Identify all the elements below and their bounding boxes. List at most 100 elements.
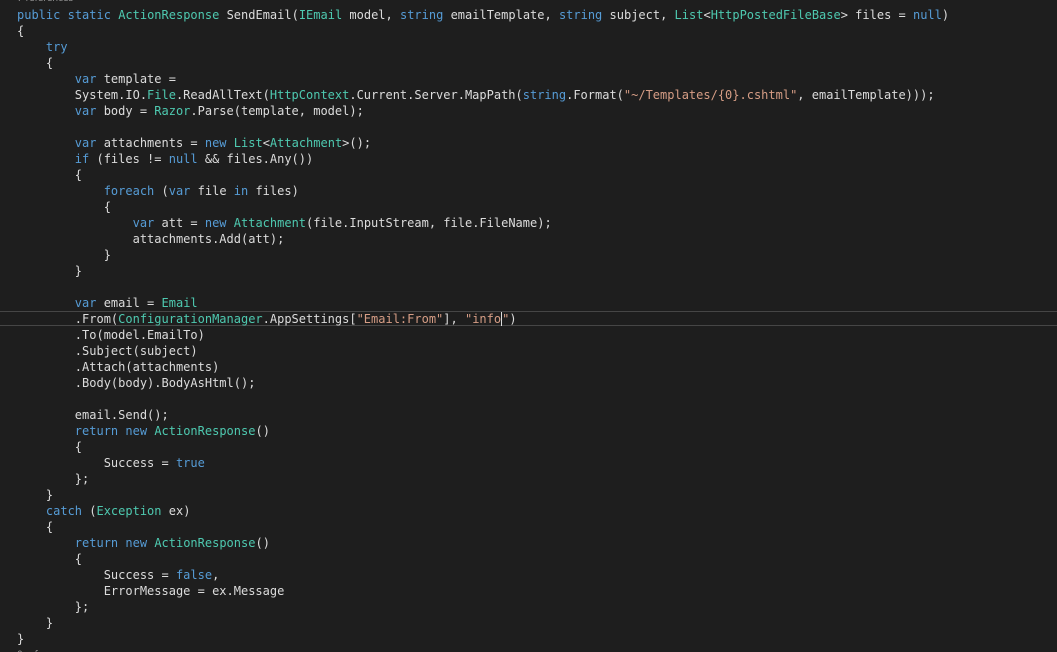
code-line: {: [17, 199, 1057, 215]
code-token: null: [168, 152, 198, 166]
code-token: ): [509, 312, 517, 326]
code-token: ActionResponse: [118, 8, 220, 22]
code-token: static: [67, 8, 111, 22]
code-token: var: [132, 216, 155, 230]
code-token: <: [262, 136, 270, 150]
code-line: if (files != null && files.Any()): [17, 151, 1057, 167]
code-token: email.Send();: [74, 408, 169, 422]
code-token: return: [74, 424, 119, 438]
code-token: (: [82, 504, 97, 518]
code-token: return: [74, 536, 119, 550]
code-line: return new ActionResponse(): [17, 423, 1057, 439]
code-line: {: [17, 167, 1057, 183]
code-token: SendEmail(: [219, 8, 299, 22]
code-token: ErrorMessage = ex.Message: [103, 584, 285, 598]
code-token: in: [233, 184, 249, 198]
code-token: public: [17, 8, 61, 22]
code-token: emailTemplate,: [443, 8, 559, 22]
code-line: public static ActionResponse SendEmail(I…: [17, 7, 1057, 23]
code-token: }: [45, 616, 54, 630]
code-token: }: [45, 488, 54, 502]
code-token: string: [522, 88, 567, 102]
code-token: (file.InputStream, file.FileName);: [306, 216, 552, 230]
code-token: Success =: [103, 568, 176, 582]
code-token: Attachment: [269, 136, 343, 150]
code-token: {: [17, 24, 25, 38]
code-token: .Current.Server.MapPath(: [349, 88, 523, 102]
code-token: From(: [82, 312, 119, 326]
code-line: .Attach(attachments): [17, 359, 1057, 375]
code-token: > files =: [840, 8, 913, 22]
code-line: {: [17, 439, 1057, 455]
code-token: file: [190, 184, 234, 198]
code-token: null: [912, 8, 942, 22]
code-line: var email = Email: [17, 295, 1057, 311]
code-token: .To(model.EmailTo): [74, 328, 205, 342]
code-line: {: [17, 23, 1057, 39]
code-token: ex): [161, 504, 191, 518]
code-token: {: [74, 440, 83, 454]
code-token: var: [74, 296, 97, 310]
code-token: HttpPostedFileBase: [710, 8, 841, 22]
code-token: string: [399, 8, 444, 22]
code-token: "Email:From": [356, 312, 444, 326]
code-line: return new ActionResponse(): [17, 535, 1057, 551]
code-editor[interactable]: 7 referencespublic static ActionResponse…: [0, 0, 1057, 652]
code-token: (): [255, 536, 270, 550]
code-token: .Body(body).BodyAsHtml();: [74, 376, 256, 390]
code-token: }: [74, 264, 83, 278]
code-token: Razor: [154, 104, 191, 118]
code-line: System.IO.File.ReadAllText(HttpContext.C…: [17, 87, 1057, 103]
code-token: subject,: [602, 8, 675, 22]
code-line: };: [17, 599, 1057, 615]
code-token: IEmail: [298, 8, 343, 22]
code-line: catch (Exception ex): [17, 503, 1057, 519]
code-token: foreach: [103, 184, 155, 198]
code-line: Success = false,: [17, 567, 1057, 583]
code-token: }: [17, 632, 25, 646]
code-token: System.IO.: [74, 88, 148, 102]
code-line: };: [17, 471, 1057, 487]
code-line: foreach (var file in files): [17, 183, 1057, 199]
code-token: ,: [212, 568, 220, 582]
code-token: Email: [161, 296, 198, 310]
code-token: .Format(: [566, 88, 624, 102]
code-token: model,: [342, 8, 400, 22]
code-line: {: [17, 551, 1057, 567]
code-token: body =: [96, 104, 155, 118]
code-token: email =: [96, 296, 162, 310]
code-token: , emailTemplate)));: [797, 88, 935, 102]
code-token: var: [74, 136, 97, 150]
code-token: false: [175, 568, 213, 582]
code-token: Exception: [96, 504, 162, 518]
code-token: {: [103, 200, 111, 214]
code-token: att =: [154, 216, 205, 230]
code-token: if: [74, 152, 90, 166]
code-token: Success =: [103, 456, 176, 470]
